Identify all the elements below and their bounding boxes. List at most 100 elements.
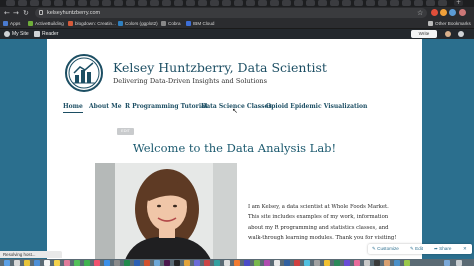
app-icon[interactable] <box>254 260 260 266</box>
photos-icon[interactable] <box>64 260 70 266</box>
browser-tab[interactable] <box>102 0 111 6</box>
browser-tab[interactable] <box>330 0 339 6</box>
notes-icon[interactable] <box>54 260 60 266</box>
browser-tab[interactable] <box>114 0 123 6</box>
bookmark-blogdown[interactable]: blogdown: Creatin... <box>68 20 116 28</box>
browser-tab[interactable] <box>42 0 51 6</box>
app-icon[interactable] <box>314 260 320 266</box>
finder-icon[interactable] <box>4 260 10 266</box>
extension-icon[interactable] <box>449 9 456 16</box>
app-icon[interactable] <box>224 260 230 266</box>
app-icon[interactable] <box>344 260 350 266</box>
browser-tab[interactable] <box>282 0 291 6</box>
site-logo[interactable] <box>65 54 103 92</box>
browser-tab[interactable] <box>138 0 147 6</box>
word-icon[interactable] <box>134 260 140 266</box>
edit-button[interactable]: ✎ Edit <box>410 245 423 253</box>
write-button[interactable]: Write <box>411 30 437 38</box>
launchpad-icon[interactable] <box>14 260 20 266</box>
app-icon[interactable] <box>334 260 340 266</box>
my-site-link[interactable]: My Site <box>12 30 29 38</box>
site-title[interactable]: Kelsey Huntzberry, Data Scientist <box>113 60 327 75</box>
app-icon[interactable] <box>284 260 290 266</box>
app-icon[interactable] <box>244 260 250 266</box>
browser-tab[interactable] <box>342 0 351 6</box>
app-icon[interactable] <box>294 260 300 266</box>
wordpress-icon[interactable] <box>4 31 10 37</box>
browser-tab[interactable] <box>318 0 327 6</box>
downloads-icon[interactable] <box>444 260 450 266</box>
reader-link[interactable]: Reader <box>42 30 58 38</box>
browser-tab[interactable] <box>438 0 447 6</box>
nav-opioid-epidemic-visualization[interactable]: Opioid Epidemic Visualization <box>266 103 367 110</box>
app-icon[interactable] <box>384 260 390 266</box>
browser-tab[interactable] <box>270 0 279 6</box>
browser-tab[interactable] <box>402 0 411 6</box>
browser-tab[interactable] <box>390 0 399 6</box>
edit-badge[interactable]: EDIT <box>117 128 134 135</box>
user-avatar[interactable] <box>445 31 451 37</box>
messages-icon[interactable] <box>74 260 80 266</box>
browser-tab[interactable] <box>414 0 423 6</box>
app-icon[interactable] <box>264 260 270 266</box>
powerpoint-icon[interactable] <box>144 260 150 266</box>
profile-avatar[interactable] <box>459 9 466 16</box>
browser-tab[interactable] <box>354 0 363 6</box>
music-icon[interactable] <box>94 260 100 266</box>
bookmark-colors-ggplot2[interactable]: Colors (ggplot2) <box>118 20 158 28</box>
app-icon[interactable] <box>204 260 210 266</box>
browser-tab[interactable] <box>54 0 63 6</box>
browser-tab[interactable] <box>246 0 255 6</box>
notifications-icon[interactable] <box>458 31 464 37</box>
nav-home[interactable]: Home <box>63 103 83 113</box>
calendar-icon[interactable] <box>44 260 50 266</box>
browser-tab[interactable] <box>150 0 159 6</box>
app-icon[interactable] <box>194 260 200 266</box>
bookmark-ibm-cloud[interactable]: IBM Cloud <box>186 20 214 28</box>
browser-tab[interactable] <box>30 0 39 6</box>
app-store-icon[interactable] <box>104 260 110 266</box>
browser-tab[interactable] <box>222 0 231 6</box>
address-bar[interactable]: kelseyhuntzberry.com ☆ <box>35 8 427 18</box>
browser-tab[interactable] <box>258 0 267 6</box>
app-icon[interactable] <box>354 260 360 266</box>
browser-tab[interactable] <box>306 0 315 6</box>
browser-tab[interactable] <box>66 0 75 6</box>
browser-tab[interactable] <box>174 0 183 6</box>
other-bookmarks[interactable]: Other Bookmarks <box>428 20 471 28</box>
browser-tab[interactable] <box>234 0 243 6</box>
nav-about-me[interactable]: About Me <box>89 103 122 110</box>
browser-tab[interactable] <box>126 0 135 6</box>
close-icon[interactable]: ✕ <box>463 245 467 253</box>
back-icon[interactable]: ← <box>4 8 10 18</box>
browser-tab[interactable] <box>210 0 219 6</box>
mail-icon[interactable] <box>34 260 40 266</box>
browser-tab[interactable] <box>294 0 303 6</box>
reload-icon[interactable]: ↻ <box>23 8 29 18</box>
extension-icon[interactable] <box>431 9 438 16</box>
extension-icon[interactable] <box>440 9 447 16</box>
slack-icon[interactable] <box>164 260 170 266</box>
app-icon[interactable] <box>304 260 310 266</box>
terminal-icon[interactable] <box>174 260 180 266</box>
app-icon[interactable] <box>324 260 330 266</box>
excel-icon[interactable] <box>124 260 130 266</box>
browser-tab[interactable] <box>78 0 87 6</box>
app-icon[interactable] <box>364 260 370 266</box>
browser-tab[interactable] <box>90 0 99 6</box>
app-icon[interactable] <box>374 260 380 266</box>
bookmark-activebuilding[interactable]: ActiveBuilding <box>28 20 64 28</box>
settings-icon[interactable] <box>114 260 120 266</box>
trash-icon[interactable] <box>456 260 462 266</box>
bookmark-apps[interactable]: Apps <box>3 20 20 28</box>
browser-tab[interactable] <box>378 0 387 6</box>
browser-tab[interactable] <box>6 0 15 6</box>
customize-button[interactable]: ✎ Customize <box>372 245 399 253</box>
bookmark-cobra[interactable]: Cobra <box>161 20 181 28</box>
browser-tab[interactable] <box>18 0 27 6</box>
app-icon[interactable] <box>234 260 240 266</box>
browser-tab[interactable] <box>186 0 195 6</box>
app-icon[interactable] <box>404 260 410 266</box>
browser-tab[interactable] <box>162 0 171 6</box>
chrome-icon[interactable] <box>24 260 30 266</box>
